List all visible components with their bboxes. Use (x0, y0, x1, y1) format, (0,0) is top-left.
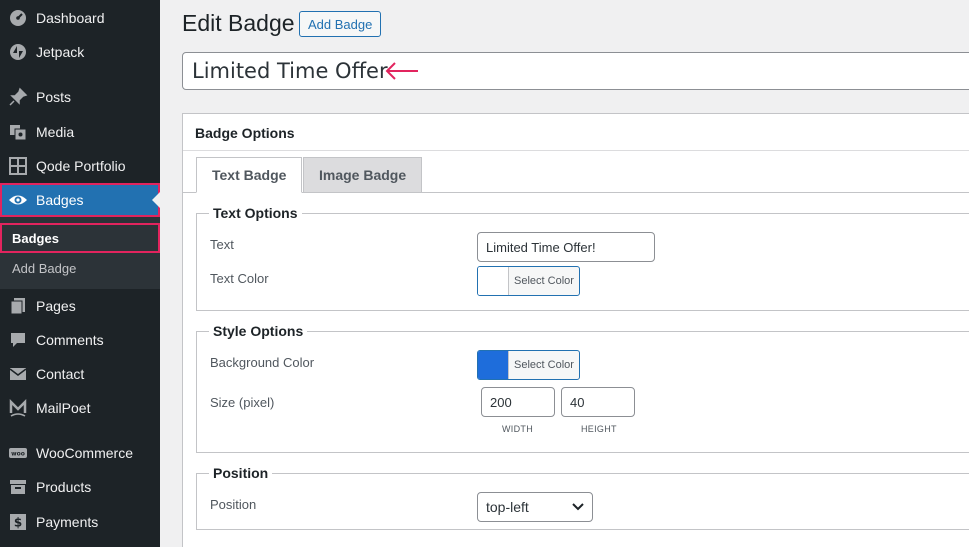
divider (183, 150, 969, 151)
sidebar-item-posts[interactable]: Posts (0, 80, 160, 114)
submenu-item-add-badge[interactable]: Add Badge (0, 253, 160, 283)
jetpack-icon (0, 42, 36, 62)
sidebar-item-label: MailPoet (36, 400, 91, 416)
sidebar-item-jetpack[interactable]: Jetpack (0, 35, 160, 69)
sidebar-item-qode-portfolio[interactable]: Qode Portfolio (0, 149, 160, 183)
svg-text:$: $ (14, 516, 22, 530)
size-label: Size (pixel) (210, 395, 275, 410)
text-color-picker-button[interactable]: Select Color (477, 266, 580, 296)
badge-options-box: Badge Options Text Badge Image Badge Tex… (182, 113, 969, 547)
position-select-value: top-left (486, 499, 529, 515)
text-options-legend: Text Options (213, 205, 298, 221)
position-label: Position (210, 497, 257, 512)
sidebar-item-label: Payments (36, 514, 99, 530)
grid-icon (0, 156, 36, 176)
svg-text:woo: woo (11, 451, 25, 458)
sidebar-item-label: Dashboard (36, 10, 105, 26)
sidebar-item-label: WooCommerce (36, 445, 133, 461)
archive-icon (0, 477, 36, 497)
color-swatch (478, 267, 509, 295)
style-options-fieldset: Style Options Background Color Select Co… (196, 323, 969, 453)
text-label: Text (210, 237, 234, 252)
sidebar-item-label: Media (36, 124, 75, 140)
select-color-label: Select Color (514, 359, 574, 371)
badge-text-input[interactable] (477, 232, 655, 262)
sidebar-item-label: Products (36, 479, 92, 495)
sidebar-item-comments[interactable]: Comments (0, 323, 160, 357)
sidebar-item-label: Qode Portfolio (36, 158, 126, 174)
text-options-fieldset: Text Options Text Text Color Select Colo… (196, 205, 969, 311)
sidebar-item-dashboard[interactable]: Dashboard (0, 1, 160, 35)
sidebar-item-label: Contact (36, 366, 85, 382)
page-title: Edit Badge (182, 10, 295, 36)
background-color-picker-button[interactable]: Select Color (477, 350, 580, 380)
pin-icon (0, 87, 36, 107)
pages-icon (0, 296, 36, 316)
sidebar-item-products[interactable]: Products (0, 470, 160, 504)
eye-icon (0, 190, 36, 210)
arrow-left-icon (385, 62, 418, 80)
background-color-label: Background Color (210, 355, 315, 370)
mail-icon (0, 364, 36, 384)
text-color-label: Text Color (210, 271, 269, 286)
mailpoet-icon (0, 398, 36, 418)
dashboard-icon (0, 8, 36, 28)
position-legend: Position (213, 465, 269, 481)
woo-icon: woo (0, 443, 36, 463)
sidebar-item-woocommerce[interactable]: woo WooCommerce (0, 436, 160, 470)
sidebar-item-label: Jetpack (36, 44, 85, 60)
admin-sidebar: Dashboard Jetpack Posts Media Qode Portf… (0, 0, 160, 547)
color-swatch (478, 351, 509, 379)
sidebar-item-label: Badges (36, 192, 84, 208)
sidebar-item-badges[interactable]: Badges (0, 183, 160, 217)
height-caption: HEIGHT (581, 424, 617, 434)
width-caption: WIDTH (502, 424, 533, 434)
select-color-label: Select Color (514, 275, 574, 287)
sidebar-item-contact[interactable]: Contact (0, 357, 160, 391)
sidebar-item-label: Comments (36, 332, 104, 348)
submenu-item-badges[interactable]: Badges (0, 223, 160, 253)
badges-submenu: Badges Add Badge (0, 217, 160, 289)
media-icon (0, 122, 36, 142)
width-input[interactable] (481, 387, 555, 417)
sidebar-item-label: Pages (36, 298, 76, 314)
sidebar-item-pages[interactable]: Pages (0, 289, 160, 323)
position-fieldset: Position Position top-left (196, 465, 969, 530)
sidebar-item-label: Posts (36, 89, 72, 105)
comment-icon (0, 330, 36, 350)
tab-text-badge[interactable]: Text Badge (196, 157, 303, 193)
sidebar-item-mailpoet[interactable]: MailPoet (0, 391, 160, 425)
sidebar-item-payments[interactable]: $ Payments (0, 505, 160, 539)
sidebar-item-media[interactable]: Media (0, 115, 160, 149)
chevron-down-icon (572, 503, 584, 511)
add-badge-button[interactable]: Add Badge (299, 11, 382, 37)
style-options-legend: Style Options (213, 323, 304, 339)
badge-title-input[interactable] (182, 52, 969, 90)
position-select[interactable]: top-left (477, 492, 593, 522)
tab-image-badge[interactable]: Image Badge (303, 157, 423, 193)
height-input[interactable] (561, 387, 635, 417)
dollar-icon: $ (0, 512, 36, 532)
postbox-title: Badge Options (195, 125, 295, 141)
